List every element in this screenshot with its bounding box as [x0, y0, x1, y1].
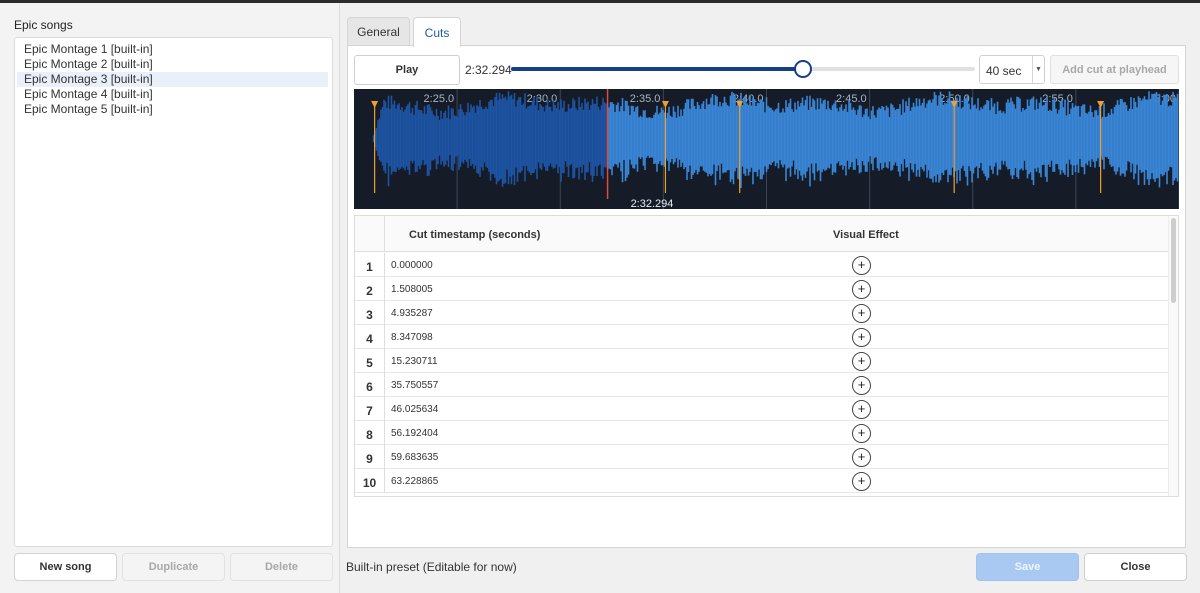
row-number: 1 — [355, 253, 385, 277]
cut-marker-icon — [1097, 101, 1105, 108]
row-number: 5 — [355, 349, 385, 373]
col-header-visual-effect: Visual Effect — [833, 229, 899, 241]
song-item-5[interactable]: Epic Montage 5 [built-in] — [17, 102, 328, 117]
duplicate-button[interactable]: Duplicate — [122, 553, 225, 581]
cuts-table: Cut timestamp (seconds) Visual Effect 10… — [354, 215, 1179, 497]
slider-fill — [511, 67, 804, 71]
add-effect-icon[interactable]: + — [852, 328, 871, 347]
add-effect-icon[interactable]: + — [852, 400, 871, 419]
table-row[interactable]: 6 35.750557 + — [355, 373, 1169, 397]
add-effect-icon[interactable]: + — [852, 304, 871, 323]
row-number: 3 — [355, 301, 385, 325]
tick-label: 2:35.0 — [630, 93, 661, 105]
table-header: Cut timestamp (seconds) Visual Effect — [355, 216, 1169, 252]
table-row[interactable]: 5 15.230711 + — [355, 349, 1169, 373]
editor-area: General Cuts Play 2:32.294 40 sec ▼ Add … — [341, 3, 1200, 593]
play-button[interactable]: Play — [354, 55, 460, 85]
save-button[interactable]: Save — [976, 553, 1079, 581]
songs-title: Epic songs — [14, 18, 73, 32]
add-effect-icon[interactable]: + — [852, 280, 871, 299]
table-corner — [355, 216, 385, 252]
tick-label: 2:25.0 — [424, 93, 455, 105]
add-effect-icon[interactable]: + — [852, 352, 871, 371]
close-button[interactable]: Close — [1084, 553, 1187, 581]
waveform-canvas: 2:25.0 2:30.0 2:35.0 2:40.0 2:45.0 2:50.0 2:55… — [371, 89, 1179, 209]
cut-timestamp[interactable]: 46.025634 — [391, 404, 438, 415]
tab-cuts[interactable]: Cuts — [413, 17, 461, 47]
window-length-value: 40 sec — [986, 64, 1022, 78]
cut-timestamp[interactable]: 0.000000 — [391, 260, 433, 271]
add-effect-icon[interactable]: + — [852, 256, 871, 275]
cut-timestamp[interactable]: 56.192404 — [391, 428, 438, 439]
delete-button[interactable]: Delete — [230, 553, 333, 581]
song-item-2[interactable]: Epic Montage 2 [built-in] — [17, 57, 328, 72]
add-effect-icon[interactable]: + — [852, 472, 871, 491]
row-number: 9 — [355, 445, 385, 469]
cut-timestamp[interactable]: 59.683635 — [391, 452, 438, 463]
row-number: 10 — [355, 469, 385, 493]
song-item-1[interactable]: Epic Montage 1 [built-in] — [17, 42, 328, 57]
row-number: 4 — [355, 325, 385, 349]
cut-timestamp[interactable]: 63.228865 — [391, 476, 438, 487]
song-item-4[interactable]: Epic Montage 4 [built-in] — [17, 87, 328, 102]
song-item-3[interactable]: Epic Montage 3 [built-in] — [17, 72, 328, 87]
add-effect-icon[interactable]: + — [852, 376, 871, 395]
table-row[interactable]: 7 46.025634 + — [355, 397, 1169, 421]
add-cut-button[interactable]: Add cut at playhead — [1050, 55, 1179, 84]
chevron-down-icon[interactable]: ▼ — [1032, 56, 1044, 83]
add-effect-icon[interactable]: + — [852, 424, 871, 443]
song-list[interactable]: Epic Montage 1 [built-in] Epic Montage 2… — [14, 37, 333, 547]
window-length-select[interactable]: 40 sec ▼ — [979, 55, 1045, 84]
new-song-button[interactable]: New song — [14, 553, 117, 581]
table-row[interactable]: 10 63.228865 + — [355, 469, 1169, 493]
table-row[interactable]: 3 4.935287 + — [355, 301, 1169, 325]
scrollbar-thumb[interactable] — [1171, 218, 1176, 303]
current-time-label: 2:32.294 — [465, 63, 512, 77]
table-row[interactable]: 1 0.000000 + — [355, 253, 1169, 277]
waveform-view[interactable]: 2:25.0 2:30.0 2:35.0 2:40.0 2:45.0 2:50.0 2:55… — [354, 89, 1179, 209]
tick-label: 2:45.0 — [836, 93, 867, 105]
col-header-timestamp: Cut timestamp (seconds) — [409, 229, 541, 241]
tab-general[interactable]: General — [347, 17, 410, 46]
table-scrollbar[interactable] — [1168, 216, 1178, 496]
cut-timestamp[interactable]: 15.230711 — [391, 356, 438, 367]
table-row[interactable]: 4 8.347098 + — [355, 325, 1169, 349]
table-row[interactable]: 2 1.508005 + — [355, 277, 1169, 301]
table-row[interactable]: 9 59.683635 + — [355, 445, 1169, 469]
playhead-time-label: 2:32.294 — [631, 198, 674, 209]
cut-timestamp[interactable]: 8.347098 — [391, 332, 433, 343]
cut-timestamp[interactable]: 35.750557 — [391, 380, 438, 391]
row-number: 7 — [355, 397, 385, 421]
tick-label: 2:30.0 — [527, 93, 558, 105]
preset-status: Built-in preset (Editable for now) — [346, 560, 517, 574]
table-row[interactable]: 8 56.192404 + — [355, 421, 1169, 445]
add-effect-icon[interactable]: + — [852, 448, 871, 467]
cut-timestamp[interactable]: 4.935287 — [391, 308, 433, 319]
row-number: 2 — [355, 277, 385, 301]
playback-slider[interactable] — [511, 60, 975, 78]
cut-timestamp[interactable]: 1.508005 — [391, 284, 433, 295]
songs-sidebar: Epic songs Epic Montage 1 [built-in] Epi… — [0, 3, 340, 593]
row-number: 6 — [355, 373, 385, 397]
cut-marker-icon — [371, 101, 379, 108]
row-number: 8 — [355, 421, 385, 445]
